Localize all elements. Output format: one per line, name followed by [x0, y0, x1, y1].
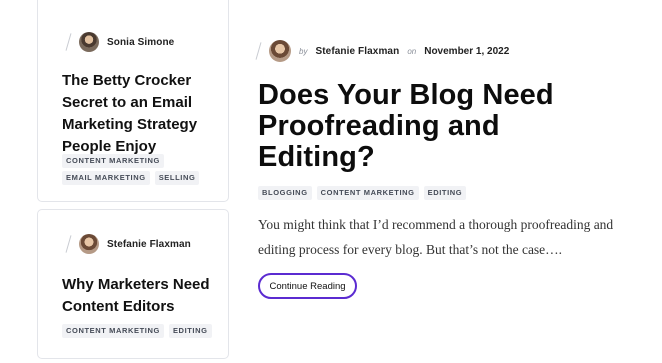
- divider: [255, 42, 262, 60]
- divider: [65, 235, 72, 253]
- card-title[interactable]: The Betty Crocker Secret to an Email Mar…: [62, 70, 222, 158]
- on-label: on: [407, 46, 417, 56]
- tag-list: Content Marketing Email Marketing Sellin…: [62, 154, 222, 185]
- divider: [65, 33, 72, 51]
- post-date: November 1, 2022: [424, 45, 510, 57]
- tag[interactable]: Selling: [154, 171, 200, 185]
- tag[interactable]: Editing: [168, 324, 212, 338]
- post-excerpt: You might think that I’d recommend a tho…: [258, 217, 614, 257]
- author-name[interactable]: Sonia Simone: [107, 37, 174, 48]
- card-title[interactable]: Why Marketers Need Content Editors: [62, 274, 222, 318]
- author-name[interactable]: Stefanie Flaxman: [107, 239, 191, 250]
- featured-post: by Stefanie Flaxman on November 1, 2022 …: [255, 0, 662, 363]
- tag-list: Content Marketing Editing: [62, 324, 222, 338]
- tag[interactable]: Email Marketing: [62, 171, 150, 185]
- post-meta: by Stefanie Flaxman on November 1, 2022: [255, 40, 510, 62]
- by-label: by: [299, 46, 308, 56]
- tag[interactable]: Content Marketing: [62, 324, 164, 338]
- tag-list: Blogging Content Marketing Editing: [258, 186, 467, 200]
- post-title[interactable]: Does Your Blog Need Proofreading and Edi…: [258, 80, 588, 173]
- post-card[interactable]: Stefanie Flaxman Why Marketers Need Cont…: [37, 209, 229, 359]
- post-card[interactable]: Sonia Simone The Betty Crocker Secret to…: [37, 0, 229, 202]
- tag[interactable]: Content Marketing: [62, 154, 164, 168]
- card-author: Sonia Simone: [65, 32, 174, 52]
- tag[interactable]: Editing: [423, 186, 467, 200]
- continue-reading-button[interactable]: Continue Reading: [258, 273, 357, 299]
- tag[interactable]: Content Marketing: [316, 186, 419, 200]
- avatar: [79, 32, 99, 52]
- avatar: [269, 40, 291, 62]
- avatar: [79, 234, 99, 254]
- author-name[interactable]: Stefanie Flaxman: [315, 46, 399, 57]
- tag[interactable]: Blogging: [258, 186, 312, 200]
- card-author: Stefanie Flaxman: [65, 234, 191, 254]
